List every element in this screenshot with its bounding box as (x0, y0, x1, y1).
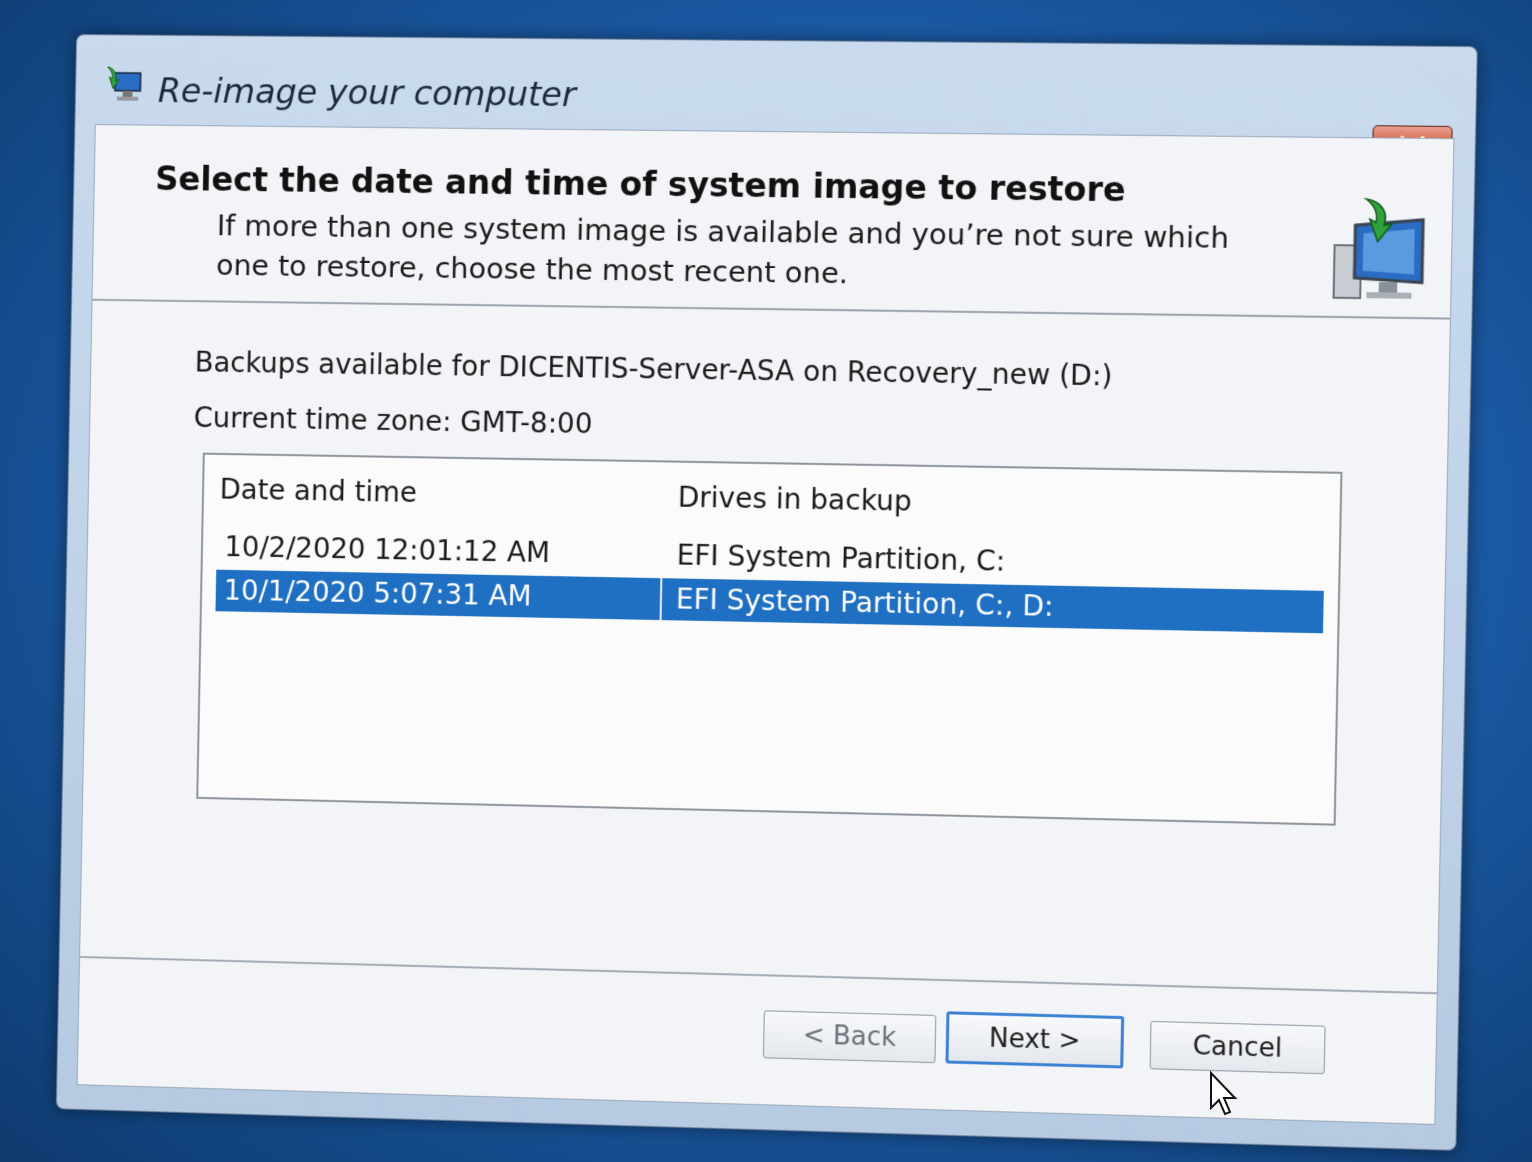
column-header-date[interactable]: Date and time (219, 473, 417, 509)
time-zone-label: Current time zone: GMT-8:00 (193, 401, 593, 441)
backup-list[interactable]: Date and time Drives in backup 10/2/2020… (196, 452, 1343, 826)
column-header-drives[interactable]: Drives in backup (678, 481, 913, 518)
row-drives: EFI System Partition, C: (676, 538, 1006, 578)
title-bar: Re-image your computer (76, 35, 1477, 173)
mouse-pointer-icon (1210, 1070, 1238, 1116)
footer-divider (80, 955, 1437, 995)
backup-restore-icon (101, 65, 145, 101)
row-drives: EFI System Partition, C:, D: (675, 582, 1055, 623)
window-title: Re-image your computer (157, 71, 577, 116)
column-separator (659, 578, 663, 621)
list-header: Date and time Drives in backup (204, 455, 1341, 539)
back-button[interactable]: < Back (762, 1010, 937, 1064)
cancel-button[interactable]: Cancel (1149, 1020, 1326, 1075)
page-subtext: If more than one system image is availab… (215, 208, 1230, 291)
restore-computer-icon (1323, 194, 1432, 307)
backups-available-label: Backups available for DICENTIS-Server-AS… (194, 345, 1113, 393)
wizard-header: Select the date and time of system image… (93, 125, 1454, 311)
page-heading: Select the date and time of system image… (154, 159, 1127, 210)
row-date: 10/2/2020 12:01:12 AM (224, 530, 551, 570)
next-button[interactable]: Next > (945, 1011, 1125, 1069)
row-date: 10/1/2020 5:07:31 AM (223, 573, 532, 613)
reimage-dialog: Re-image your computer Select the date a… (55, 34, 1478, 1151)
dialog-content: Select the date and time of system image… (76, 124, 1455, 1125)
